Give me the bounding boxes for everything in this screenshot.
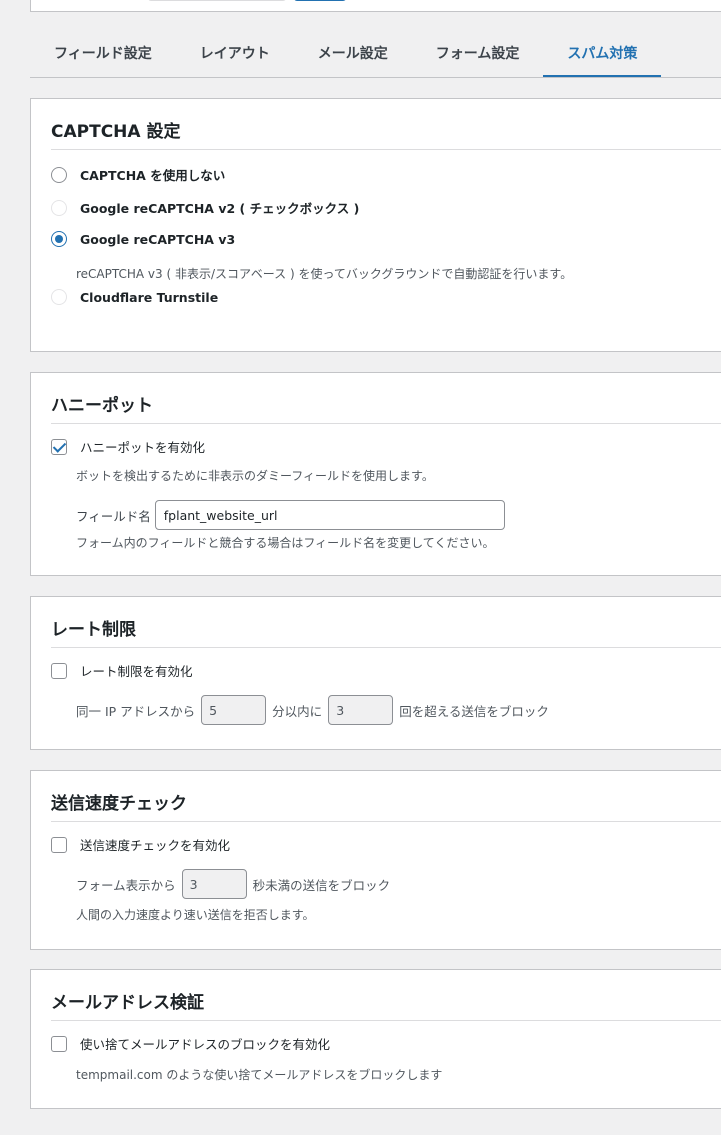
speed-check-enable[interactable]: 送信速度チェックを有効化 [51, 835, 230, 854]
field-name-label: フィールド名 [76, 508, 151, 524]
speed-check-rule: フォーム表示から 秒未満の送信をブロック [76, 869, 390, 899]
honeypot-field-name-input[interactable] [154, 500, 505, 530]
top-button-remnant[interactable] [294, 0, 346, 1]
tab-mail-settings[interactable]: メール設定 [294, 34, 412, 77]
email-validation-enable[interactable]: 使い捨てメールアドレスのブロックを有効化 [51, 1034, 330, 1053]
divider [51, 821, 721, 822]
honeypot-card: ハニーポット ハニーポットを有効化 ボットを検出するために非表示のダミーフィール… [30, 372, 721, 576]
rate-limit-checkbox[interactable] [51, 662, 67, 679]
tab-field-settings[interactable]: フィールド設定 [30, 34, 176, 77]
option-label: Cloudflare Turnstile [80, 289, 219, 305]
rate-limit-card: レート制限 レート制限を有効化 同一 IP アドレスから 分以内に 回を超える送… [30, 596, 721, 750]
rate-limit-minutes-input[interactable] [201, 695, 267, 725]
settings-tabs: フィールド設定 レイアウト メール設定 フォーム設定 スパム対策 [30, 34, 721, 78]
top-toolbar-remnant [30, 0, 721, 12]
speed-check-description: 人間の入力速度より速い送信を拒否します。 [76, 908, 315, 922]
email-validation-card: メールアドレス検証 使い捨てメールアドレスのブロックを有効化 tempmail.… [30, 969, 721, 1109]
speed-check-seconds-input[interactable] [181, 869, 247, 899]
option-label: Google reCAPTCHA v2 ( チェックボックス ) [80, 201, 360, 216]
rate-limit-title: レート制限 [51, 620, 136, 640]
rate-limit-count-input[interactable] [328, 695, 394, 725]
divider [51, 149, 721, 150]
option-label: CAPTCHA を使用しない [80, 168, 226, 183]
checkbox-label: ハニーポットを有効化 [80, 440, 206, 455]
radio-button[interactable] [51, 199, 67, 216]
honeypot-field-name-row: フィールド名 [76, 500, 505, 530]
checkbox-label: 使い捨てメールアドレスのブロックを有効化 [80, 1037, 331, 1052]
captcha-option-recaptcha-v2[interactable]: Google reCAPTCHA v2 ( チェックボックス ) [51, 198, 359, 217]
speed-check-card: 送信速度チェック 送信速度チェックを有効化 フォーム表示から 秒未満の送信をブロ… [30, 770, 721, 950]
rate-limit-middle: 分以内に [272, 703, 323, 719]
captcha-title: CAPTCHA 設定 [51, 122, 181, 142]
tab-form-settings[interactable]: フォーム設定 [412, 34, 544, 77]
rate-limit-suffix: 回を超える送信をブロック [399, 703, 549, 719]
top-input-remnant[interactable] [148, 0, 286, 1]
speed-check-suffix: 秒未満の送信をブロック [252, 877, 391, 893]
option-label: Google reCAPTCHA v3 [80, 231, 236, 247]
tab-spam-protection[interactable]: スパム対策 [543, 34, 662, 77]
divider [51, 1020, 721, 1021]
speed-check-checkbox[interactable] [51, 836, 67, 853]
honeypot-title: ハニーポット [51, 396, 153, 416]
checkbox-label: レート制限を有効化 [80, 664, 193, 679]
rate-limit-prefix: 同一 IP アドレスから [76, 703, 196, 719]
speed-check-title: 送信速度チェック [51, 794, 187, 814]
checkbox-label: 送信速度チェックを有効化 [80, 838, 231, 853]
captcha-settings-card: CAPTCHA 設定 CAPTCHA を使用しない Google reCAPTC… [30, 98, 721, 352]
rate-limit-enable[interactable]: レート制限を有効化 [51, 661, 193, 680]
captcha-option-none[interactable]: CAPTCHA を使用しない [51, 165, 225, 184]
tab-layout[interactable]: レイアウト [176, 34, 294, 77]
radio-button-selected[interactable] [51, 231, 67, 247]
divider [51, 423, 721, 424]
rate-limit-rule: 同一 IP アドレスから 分以内に 回を超える送信をブロック [76, 695, 549, 725]
honeypot-description: ボットを検出するために非表示のダミーフィールドを使用します。 [76, 469, 434, 483]
disposable-email-checkbox[interactable] [51, 1035, 67, 1052]
honeypot-field-description: フォーム内のフィールドと競合する場合はフィールド名を変更してください。 [76, 536, 495, 550]
speed-check-prefix: フォーム表示から [76, 877, 176, 893]
captcha-option-recaptcha-v3[interactable]: Google reCAPTCHA v3 [51, 231, 235, 247]
divider [51, 647, 721, 648]
email-validation-description: tempmail.com のような使い捨てメールアドレスをブロックします [76, 1068, 443, 1082]
honeypot-enable[interactable]: ハニーポットを有効化 [51, 437, 205, 456]
email-validation-title: メールアドレス検証 [51, 993, 204, 1013]
honeypot-checkbox[interactable] [51, 438, 67, 455]
recaptcha-v3-description: reCAPTCHA v3 ( 非表示/スコアベース ) を使ってバックグラウンド… [76, 267, 573, 281]
radio-button[interactable] [51, 289, 67, 305]
radio-button[interactable] [51, 166, 67, 183]
captcha-option-turnstile[interactable]: Cloudflare Turnstile [51, 289, 218, 305]
